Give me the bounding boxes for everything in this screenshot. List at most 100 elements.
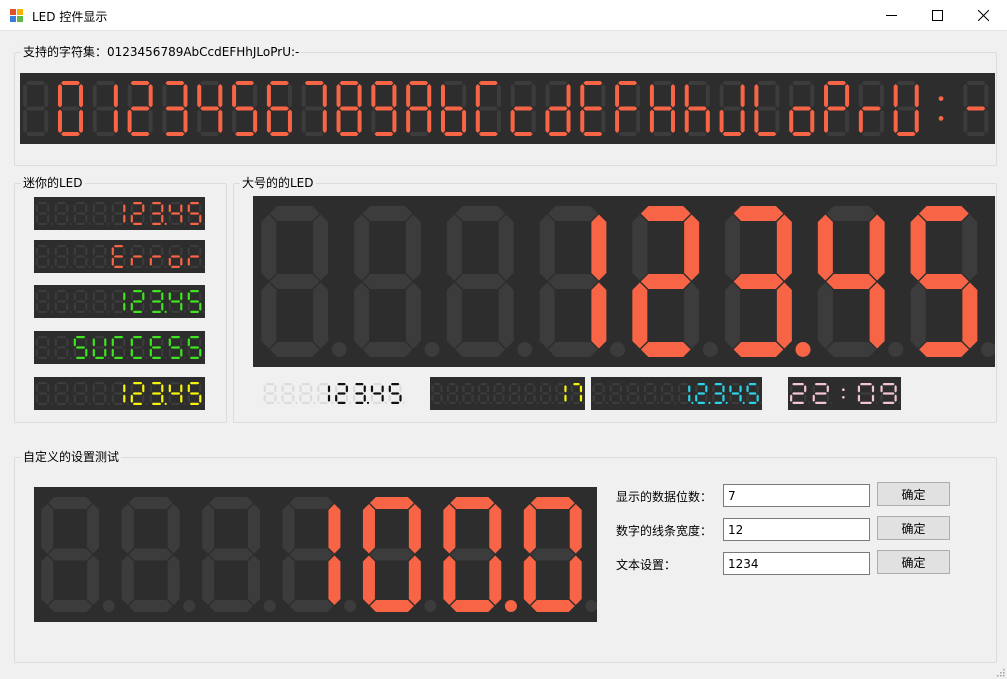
led-digit	[130, 290, 148, 313]
led-digit	[317, 383, 334, 404]
led-digit	[812, 383, 833, 404]
led-digit	[261, 206, 347, 357]
led-digit	[73, 290, 91, 313]
text-setting-input[interactable]	[723, 552, 870, 575]
led-digit	[719, 81, 745, 136]
led-digit	[92, 202, 110, 225]
led-digit	[493, 383, 508, 404]
large-led-display	[253, 196, 995, 367]
led-digit	[57, 81, 84, 136]
led-digit	[73, 245, 91, 268]
minimize-button[interactable]	[868, 0, 914, 31]
led-digit	[678, 383, 694, 404]
led-digit	[187, 336, 205, 359]
led-digit	[232, 81, 258, 136]
led-digit	[615, 81, 641, 136]
led-digit	[54, 382, 72, 405]
led-digit	[168, 382, 186, 405]
led-digit	[695, 383, 711, 404]
led-digit	[817, 206, 904, 357]
led-digit	[858, 81, 884, 136]
led-digit	[111, 290, 129, 313]
led-digit	[352, 383, 370, 404]
led-digit	[524, 383, 539, 404]
led-digit	[130, 382, 148, 405]
resize-grip-icon[interactable]	[995, 667, 1005, 677]
small-led-display	[262, 377, 405, 410]
led-digit	[168, 290, 186, 313]
led-digit	[643, 383, 660, 404]
led-digit	[130, 245, 148, 268]
led-digit	[149, 382, 167, 405]
close-button[interactable]	[960, 0, 1006, 31]
mini-led-display	[34, 377, 205, 410]
led-digit	[111, 382, 129, 405]
app-icon	[10, 9, 23, 22]
led-digit	[23, 81, 49, 136]
led-digit	[54, 202, 72, 225]
line-width-confirm-button[interactable]: 确定	[877, 516, 950, 540]
line-width-input[interactable]	[723, 518, 870, 541]
led-digit	[539, 383, 555, 404]
led-digit	[475, 81, 501, 136]
digit-count-input[interactable]	[723, 484, 870, 507]
maximize-button[interactable]	[914, 0, 960, 31]
led-digit	[790, 383, 811, 404]
led-digit	[570, 383, 585, 404]
led-digit	[938, 96, 944, 121]
mini-led-group-title: 迷你的LED	[21, 176, 85, 190]
charset-group-title: 支持的字符集：0123456789AbCcdEFHhJLoPrU:-	[21, 45, 302, 59]
led-digit	[92, 290, 110, 313]
led-digit	[92, 245, 110, 268]
mini-led-display	[34, 197, 205, 230]
digit-count-label: 显示的数据位数：	[616, 490, 713, 504]
led-digit	[477, 383, 493, 404]
charset-led-display	[20, 73, 995, 144]
led-digit	[842, 388, 845, 399]
led-digit	[592, 383, 609, 404]
led-digit	[684, 81, 710, 136]
led-digit	[111, 245, 129, 268]
small-led-display	[591, 377, 762, 410]
led-digit	[406, 81, 432, 136]
window-title: LED 控件显示	[32, 10, 108, 24]
led-digit	[187, 290, 205, 313]
custom-settings-group-title: 自定义的设置测试	[21, 450, 122, 464]
text-setting-label: 文本设置：	[616, 558, 677, 572]
text-setting-confirm-button[interactable]: 确定	[877, 550, 950, 574]
led-digit	[880, 383, 901, 404]
led-digit	[649, 81, 675, 136]
led-digit	[35, 202, 53, 225]
led-digit	[893, 81, 919, 136]
led-digit	[202, 497, 276, 612]
led-digit	[130, 202, 148, 225]
led-digit	[92, 336, 110, 359]
led-digit	[197, 81, 223, 136]
small-led-display	[430, 377, 585, 410]
led-digit	[187, 382, 205, 405]
led-digit	[111, 336, 129, 359]
led-digit	[149, 245, 167, 268]
led-digit	[127, 81, 153, 136]
led-digit	[149, 202, 167, 225]
led-digit	[335, 383, 352, 404]
led-digit	[73, 382, 91, 405]
led-digit	[910, 206, 995, 357]
led-digit	[354, 206, 440, 357]
maximize-icon	[931, 10, 943, 21]
digit-count-confirm-button[interactable]: 确定	[877, 482, 950, 506]
led-digit	[824, 81, 850, 136]
led-digit	[35, 382, 53, 405]
led-digit	[963, 81, 989, 136]
led-digit	[54, 290, 72, 313]
led-digit	[508, 383, 524, 404]
led-digit	[168, 202, 186, 225]
led-digit	[301, 81, 327, 136]
minimize-icon	[885, 15, 897, 16]
led-digit	[73, 336, 91, 359]
led-digit	[92, 81, 118, 136]
led-digit	[446, 206, 533, 357]
led-digit	[54, 336, 72, 359]
led-digit	[54, 245, 72, 268]
led-digit	[580, 81, 606, 136]
